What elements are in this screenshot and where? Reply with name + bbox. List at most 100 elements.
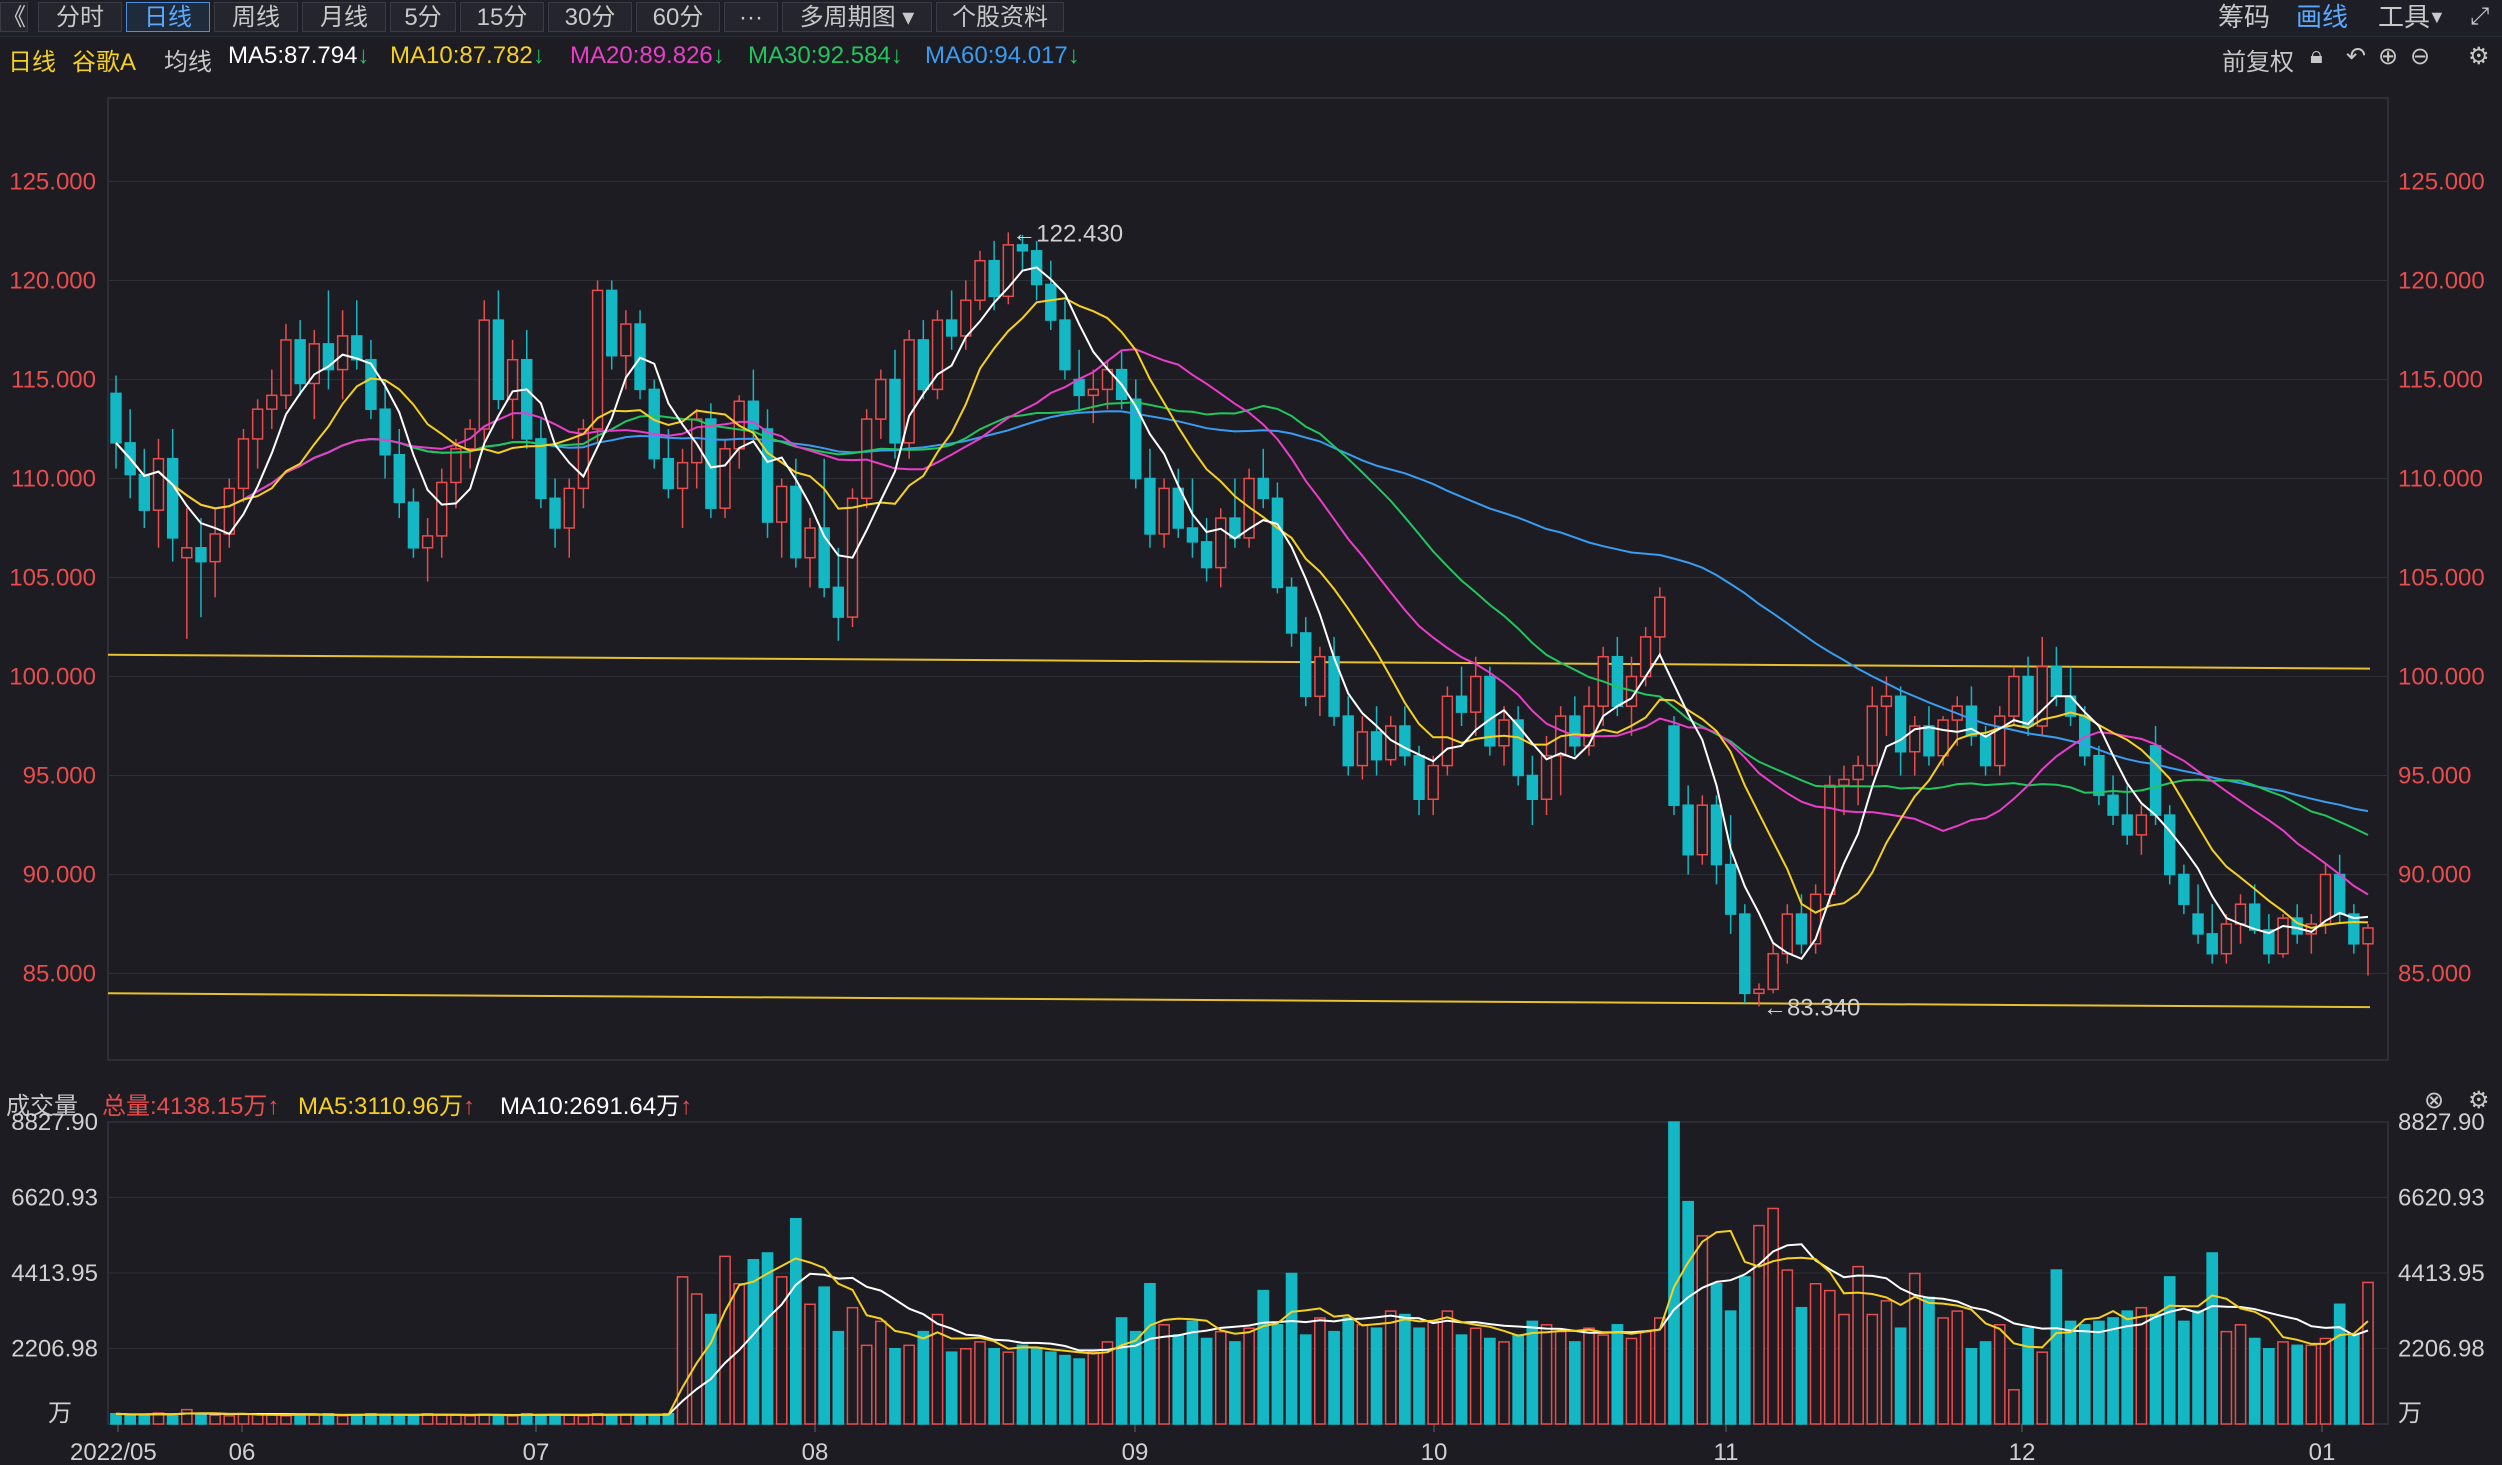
candle-body (818, 527, 830, 589)
candle-body (1271, 497, 1284, 589)
ma-label[interactable]: 均线 (164, 42, 212, 77)
candle-body (974, 259, 986, 302)
price-panel-frame (107, 97, 2389, 1061)
volume-tick-left: 2206.98 (11, 1335, 98, 1362)
adjust-button[interactable]: 前复权 (2222, 42, 2294, 77)
candle-body (1696, 804, 1709, 856)
ma10-value: MA10:87.782↓ (390, 42, 545, 69)
period-tab-3[interactable]: 月线 (302, 2, 386, 32)
draw-button[interactable]: 画线 (2296, 2, 2348, 32)
volume-bar (1738, 1276, 1751, 1425)
candle-body (1795, 913, 1808, 945)
candle-body (1300, 632, 1312, 698)
candle-body (2291, 917, 2303, 935)
candle-body (790, 485, 802, 559)
period-tab-10[interactable]: 个股资料 (936, 2, 1064, 32)
volume-bar (1937, 1317, 1949, 1425)
candle-body (237, 438, 250, 490)
close-volume-icon[interactable]: ⊗ (2424, 1086, 2444, 1115)
candle-body (620, 323, 632, 357)
volume-tick-left: 6620.93 (11, 1184, 98, 1211)
candle-body (2362, 927, 2374, 945)
volume-bar (2135, 1306, 2148, 1425)
candle-body (1455, 695, 1468, 713)
expand-icon[interactable]: ⤢ (2470, 2, 2489, 32)
candle-body (1625, 675, 1638, 707)
volume-bar (1144, 1282, 1156, 1425)
trendline-0 (107, 653, 2371, 670)
candle-body (124, 442, 136, 476)
candle-body (322, 343, 335, 371)
period-tab-1[interactable]: 日线 (126, 2, 210, 32)
candle-body (1639, 636, 1652, 678)
x-tick-label: 06 (229, 1439, 256, 1465)
volume-bar (223, 1415, 236, 1425)
volume-bar (1710, 1282, 1723, 1425)
price-tick-right: 115.000 (2398, 367, 2483, 394)
price-tick-right: 85.000 (2398, 961, 2471, 988)
candle-body (478, 319, 490, 430)
period-tab-2[interactable]: 周线 (214, 2, 298, 32)
volume-bar (676, 1276, 689, 1425)
candle-body (1512, 719, 1524, 777)
volume-bar (1172, 1334, 1185, 1425)
volume-bar (1753, 1224, 1765, 1425)
candle-body (549, 497, 561, 529)
candle-body (209, 533, 221, 563)
lock-icon[interactable]: 🔒︎ (2310, 42, 2323, 70)
volume-bar (1653, 1317, 1666, 1425)
settings-gear-icon[interactable]: ⚙ (2468, 42, 2490, 71)
candle-body (1356, 731, 1369, 767)
zoom-out-icon[interactable]: ⊖ (2410, 42, 2430, 71)
candle-body (804, 527, 816, 559)
back-button[interactable]: 《 (0, 2, 28, 32)
volume-bar (535, 1414, 547, 1425)
volume-bar (2107, 1317, 2119, 1425)
candle-body (421, 535, 434, 549)
volume-bar (1285, 1272, 1298, 1425)
candle-body (648, 388, 660, 460)
chips-button[interactable]: 筹码 (2218, 2, 2270, 32)
volume-bar (350, 1414, 363, 1425)
zoom-in-icon[interactable]: ⊕ (2378, 42, 2398, 71)
volume-bar (520, 1412, 533, 1425)
candle-body (1215, 517, 1227, 569)
volume-bar (2277, 1341, 2289, 1425)
period-tab-4[interactable]: 5分 (390, 2, 456, 32)
candle-body (1285, 586, 1298, 634)
period-tab-6[interactable]: 30分 (548, 2, 632, 32)
candle-body (1030, 250, 1043, 286)
candle-body (2206, 933, 2218, 955)
candle-body (1016, 244, 1029, 252)
undo-icon[interactable]: ↶ (2346, 42, 2366, 71)
volume-bar (1682, 1200, 1694, 1425)
volume-bar (931, 1313, 944, 1425)
stock-name[interactable]: 谷歌A (72, 42, 136, 77)
ma10-line (115, 297, 2369, 930)
candle-body (1469, 675, 1482, 713)
candle-body (2121, 814, 2133, 836)
candle-body (775, 485, 788, 523)
volume-bar (2036, 1351, 2049, 1425)
period-tab-5[interactable]: 15分 (460, 2, 544, 32)
x-tick-label: 2022/05 (70, 1439, 157, 1465)
period-tab-9[interactable]: 多周期图 ▾ (782, 2, 932, 32)
volume-bar (1030, 1347, 1043, 1425)
candle-body (563, 487, 575, 529)
volume-bar (775, 1276, 788, 1425)
volume-settings-gear-icon[interactable]: ⚙ (2468, 1086, 2490, 1115)
period-tab-8[interactable]: ··· (724, 2, 778, 32)
candle-body (733, 400, 745, 450)
tools-button[interactable]: 工具 (2378, 2, 2430, 32)
period-tab-0[interactable]: 分时 (38, 2, 122, 32)
volume-bar (1370, 1327, 1383, 1425)
ma30-value: MA30:92.584↓ (748, 42, 903, 69)
candlestick-chart[interactable]: 125.000 125.000 120.000 120.000 115.000 115.0… (0, 0, 2502, 1465)
volume-tick-right: 6620.93 (2398, 1184, 2485, 1211)
period-tab-7[interactable]: 60分 (636, 2, 720, 32)
volume-bar (1356, 1324, 1369, 1425)
volume-total: 总量:4138.15万↑ (102, 1093, 280, 1120)
chevron-down-icon[interactable]: ▼ (2428, 2, 2446, 32)
x-tick-label: 01 (2309, 1439, 2336, 1465)
price-tick-right: 120.000 (2398, 268, 2485, 295)
